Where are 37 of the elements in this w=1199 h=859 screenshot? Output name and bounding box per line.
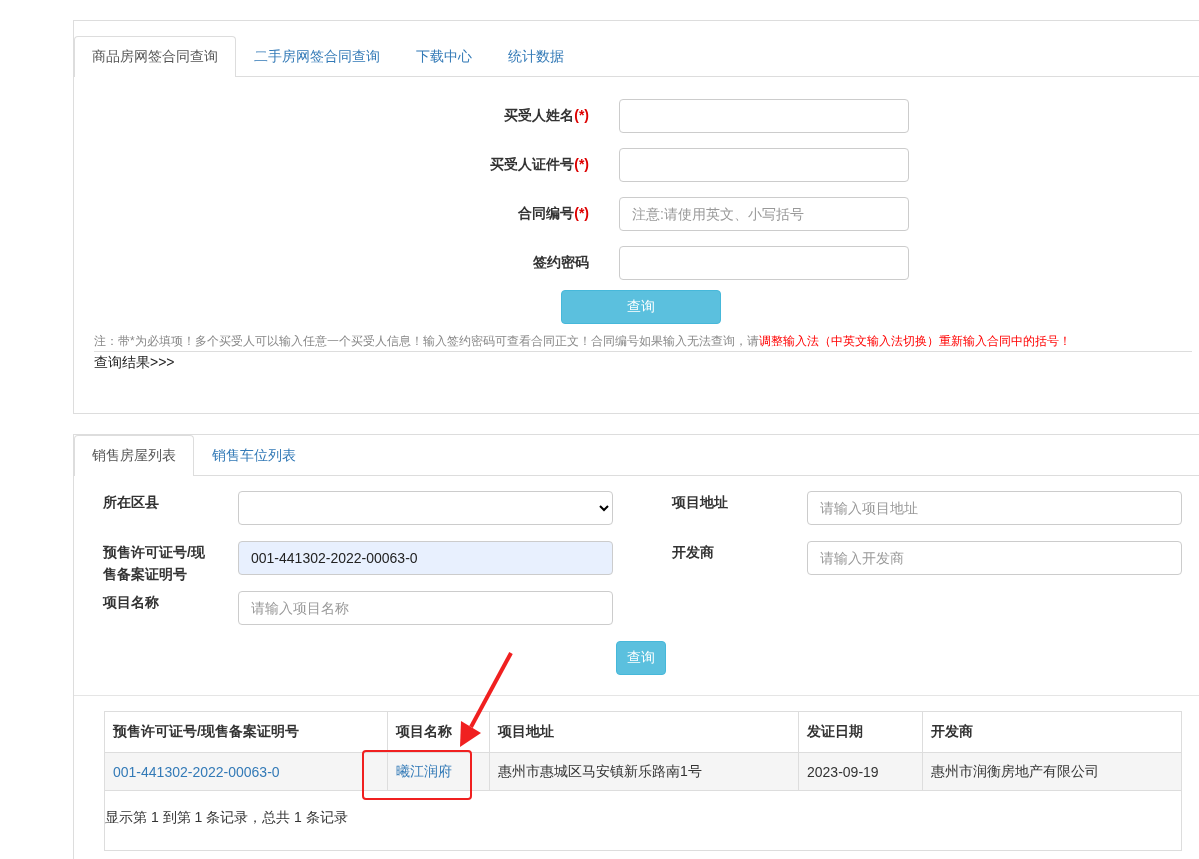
tab[interactable]: 销售房屋列表 [74,435,194,476]
tab[interactable]: 下载中心 [398,36,490,77]
field-label: 开发商 [672,543,715,562]
tab[interactable]: 商品房网签合同查询 [74,36,236,77]
result-label: 查询结果>>> [94,354,176,372]
field-label: 所在区县 [103,493,160,512]
input-field[interactable]: 请输入开发商 [807,541,1182,575]
table-cell: 惠州市惠城区马安镇新乐路南1号 [489,752,799,791]
column-header: 预售许可证号/现售备案证明号 [104,711,388,753]
note-text: 注：带*为必填项！多个买受人可以输入任意一个买受人信息！输入签约密码可查看合同正文！合同编号如果输入无法查询，请调整输入法（中英文输入法切换）重新输入合同中的括号！ [94,333,1072,349]
input-field[interactable]: 001-441302-2022-00063-0 [238,541,613,575]
column-header: 项目地址 [489,711,799,753]
tab[interactable]: 销售车位列表 [194,435,314,476]
input-field[interactable] [619,99,909,133]
field-label: 买受人证件号(*) [489,156,590,174]
field-label: 签约密码 [532,254,590,272]
input-field[interactable]: 请输入项目地址 [807,491,1182,525]
column-header: 发证日期 [798,711,923,753]
link[interactable]: 001-441302-2022-00063-0 [113,763,280,780]
arrow-icon [460,652,513,747]
field-label: 项目名称 [103,593,160,612]
table-cell: 2023-09-19 [798,752,923,791]
record-count: 显示第 1 到第 1 条记录，总共 1 条记录 [105,808,349,827]
field-label: 预售许可证号/现售备案证明号 [103,543,206,584]
column-header: 开发商 [922,711,1182,753]
link[interactable]: 曦江润府 [396,762,452,779]
input-field[interactable] [619,246,909,280]
input-field[interactable] [619,148,909,182]
field-label: 买受人姓名(*) [503,107,590,125]
table-cell: 惠州市润衡房地产有限公司 [922,752,1182,791]
field-label: 项目地址 [672,493,729,512]
tab[interactable]: 二手房网签合同查询 [236,36,398,77]
district-select[interactable] [238,491,613,525]
tab[interactable]: 统计数据 [490,36,582,77]
input-field[interactable]: 注意:请使用英文、小写括号 [619,197,909,231]
field-label: 合同编号(*) [517,205,590,223]
input-field[interactable]: 请输入项目名称 [238,591,613,625]
